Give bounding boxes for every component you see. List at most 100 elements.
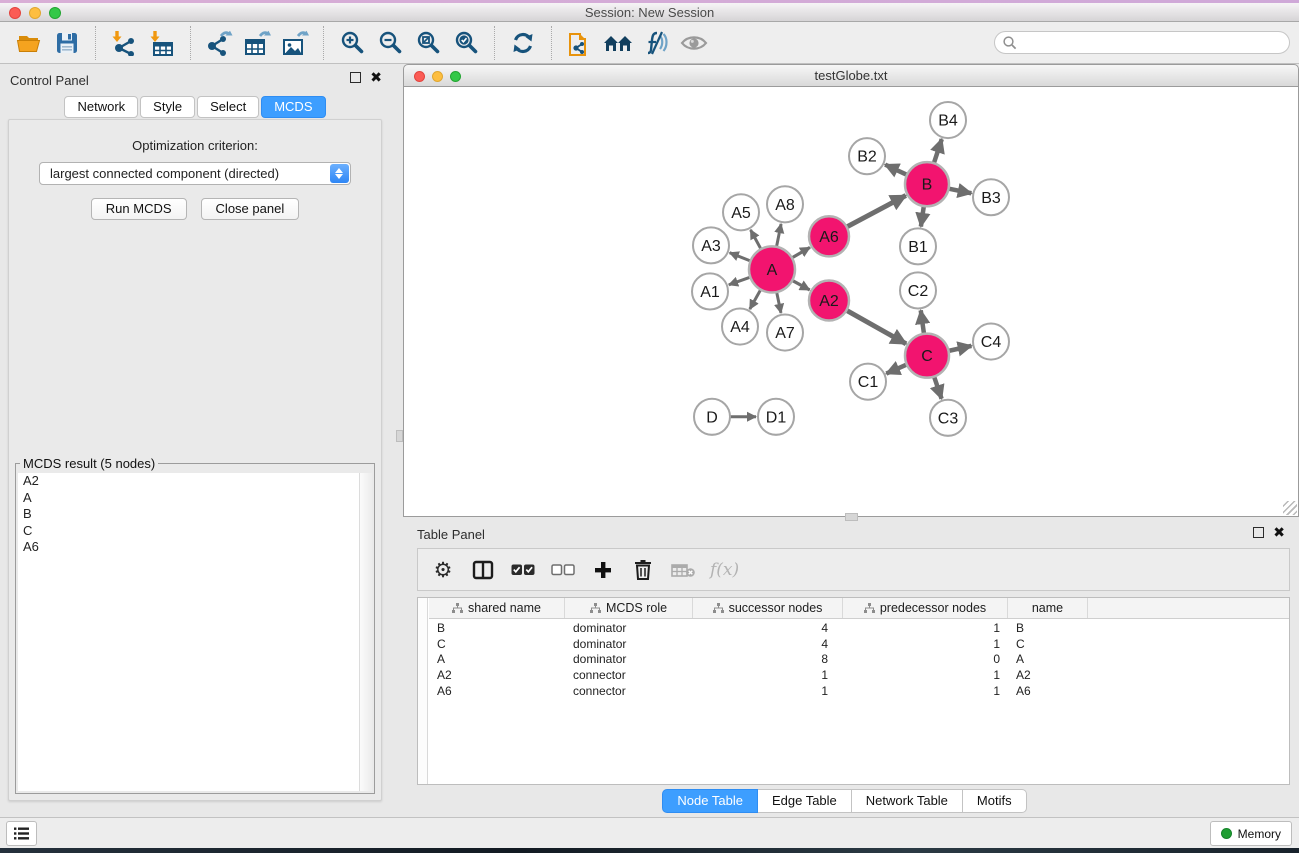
table-cell[interactable]: connector [565,668,693,682]
table-cell[interactable]: dominator [565,621,693,635]
result-scrollbar[interactable] [359,473,372,791]
export-network-button[interactable] [200,25,238,61]
column-header-successor-nodes[interactable]: successor nodes [693,598,843,618]
new-network-from-selection-button[interactable] [561,25,599,61]
graph-edge-A-A4[interactable] [750,289,761,309]
close-network-button[interactable] [414,71,425,82]
task-history-button[interactable] [6,821,37,846]
export-image-button[interactable] [276,25,314,61]
table-cell[interactable]: 4 [693,621,843,635]
zoom-selected-button[interactable] [447,25,485,61]
open-session-button[interactable] [10,25,48,61]
table-cell[interactable]: A6 [1008,684,1088,698]
close-panel-icon[interactable]: ✖ [370,72,382,83]
table-cell[interactable]: C [1008,637,1088,651]
left-splitter-handle[interactable] [396,430,403,442]
column-header-MCDS-role[interactable]: MCDS role [565,598,693,618]
float-table-panel-icon[interactable] [1253,527,1264,538]
table-cell[interactable]: A [429,652,565,666]
criterion-dropdown[interactable]: largest connected component (directed) [39,162,351,185]
zoom-fit-button[interactable] [409,25,447,61]
graph-edge-B-B3[interactable] [948,188,972,193]
graph-edge-C-C2[interactable] [921,310,924,334]
table-settings-button[interactable]: ⚙ [430,555,456,585]
result-item[interactable]: C [18,523,372,540]
delete-table-button[interactable] [670,555,696,585]
table-cell[interactable]: connector [565,684,693,698]
zoom-in-button[interactable] [333,25,371,61]
window-resize-grip[interactable] [1283,501,1297,515]
close-panel-button[interactable]: Close panel [201,198,300,220]
column-header-name[interactable]: name [1008,598,1088,618]
graph-edge-B-B2[interactable] [885,165,908,176]
table-cell[interactable]: 1 [843,684,1008,698]
function-builder-button[interactable]: f(x) [710,555,739,585]
network-canvas[interactable]: AA1A2A3A4A5A6A7A8BB1B2B3B4CC1C2C3C4DD1 [403,87,1299,517]
memory-button[interactable]: Memory [1210,821,1292,846]
table-cell[interactable]: dominator [565,652,693,666]
graph-edge-A6-B[interactable] [846,196,906,228]
result-item[interactable]: A2 [18,473,372,490]
toggle-node-labels-button[interactable] [637,25,675,61]
save-session-button[interactable] [48,25,86,61]
result-item[interactable]: A [18,490,372,507]
column-header-shared-name[interactable]: shared name [429,598,565,618]
zoom-out-button[interactable] [371,25,409,61]
import-table-button[interactable] [143,25,181,61]
graph-edge-B-B4[interactable] [934,139,942,164]
table-cell[interactable]: C [429,637,565,651]
table-cell[interactable]: A6 [429,684,565,698]
tab-edge-table[interactable]: Edge Table [758,789,852,813]
refresh-layout-button[interactable] [504,25,542,61]
zoom-network-button[interactable] [450,71,461,82]
select-all-rows-button[interactable] [510,555,536,585]
tab-network[interactable]: Network [64,96,138,118]
table-cell[interactable]: B [429,621,565,635]
table-cell[interactable]: 1 [843,621,1008,635]
split-columns-button[interactable] [470,555,496,585]
graph-edge-A-A7[interactable] [776,291,781,313]
graph-edge-A-A8[interactable] [776,224,781,248]
import-network-button[interactable] [105,25,143,61]
tab-motifs[interactable]: Motifs [963,789,1027,813]
tab-network-table[interactable]: Network Table [852,789,963,813]
show-graphics-details-button[interactable] [675,25,713,61]
tab-style[interactable]: Style [140,96,195,118]
float-panel-icon[interactable] [350,72,361,83]
tab-select[interactable]: Select [197,96,259,118]
delete-columns-button[interactable] [630,555,656,585]
table-cell[interactable]: A2 [1008,668,1088,682]
graph-edge-B-B1[interactable] [921,205,924,226]
network-graph[interactable]: AA1A2A3A4A5A6A7A8BB1B2B3B4CC1C2C3C4DD1 [404,87,1298,516]
node-table[interactable]: shared nameMCDS rolesuccessor nodesprede… [417,597,1290,785]
table-row[interactable]: Cdominator41C [429,636,1289,652]
table-cell[interactable]: 0 [843,652,1008,666]
result-item[interactable]: B [18,506,372,523]
toolbar-search-field[interactable] [994,31,1290,54]
first-neighbors-button[interactable] [599,25,637,61]
table-cell[interactable]: 1 [693,668,843,682]
table-cell[interactable]: dominator [565,637,693,651]
table-cell[interactable]: 8 [693,652,843,666]
table-cell[interactable]: 1 [843,637,1008,651]
table-cell[interactable]: A2 [429,668,565,682]
tab-node-table[interactable]: Node Table [662,789,758,813]
run-mcds-button[interactable]: Run MCDS [91,198,187,220]
table-cell[interactable]: 1 [693,684,843,698]
minimize-network-button[interactable] [432,71,443,82]
graph-edge-C-C4[interactable] [948,346,972,351]
close-table-panel-icon[interactable]: ✖ [1273,527,1285,538]
result-item[interactable]: A6 [18,539,372,556]
table-cell[interactable]: 4 [693,637,843,651]
graph-edge-A-A1[interactable] [729,277,751,285]
graph-edge-A-A3[interactable] [730,253,752,262]
export-table-button[interactable] [238,25,276,61]
graph-edge-A-A2[interactable] [791,280,809,290]
table-cell[interactable]: B [1008,621,1088,635]
table-row[interactable]: Bdominator41B [429,620,1289,636]
table-cell[interactable]: A [1008,652,1088,666]
table-row[interactable]: A6connector11A6 [429,683,1289,699]
add-column-button[interactable] [590,555,616,585]
column-header-predecessor-nodes[interactable]: predecessor nodes [843,598,1008,618]
table-cell[interactable]: 1 [843,668,1008,682]
